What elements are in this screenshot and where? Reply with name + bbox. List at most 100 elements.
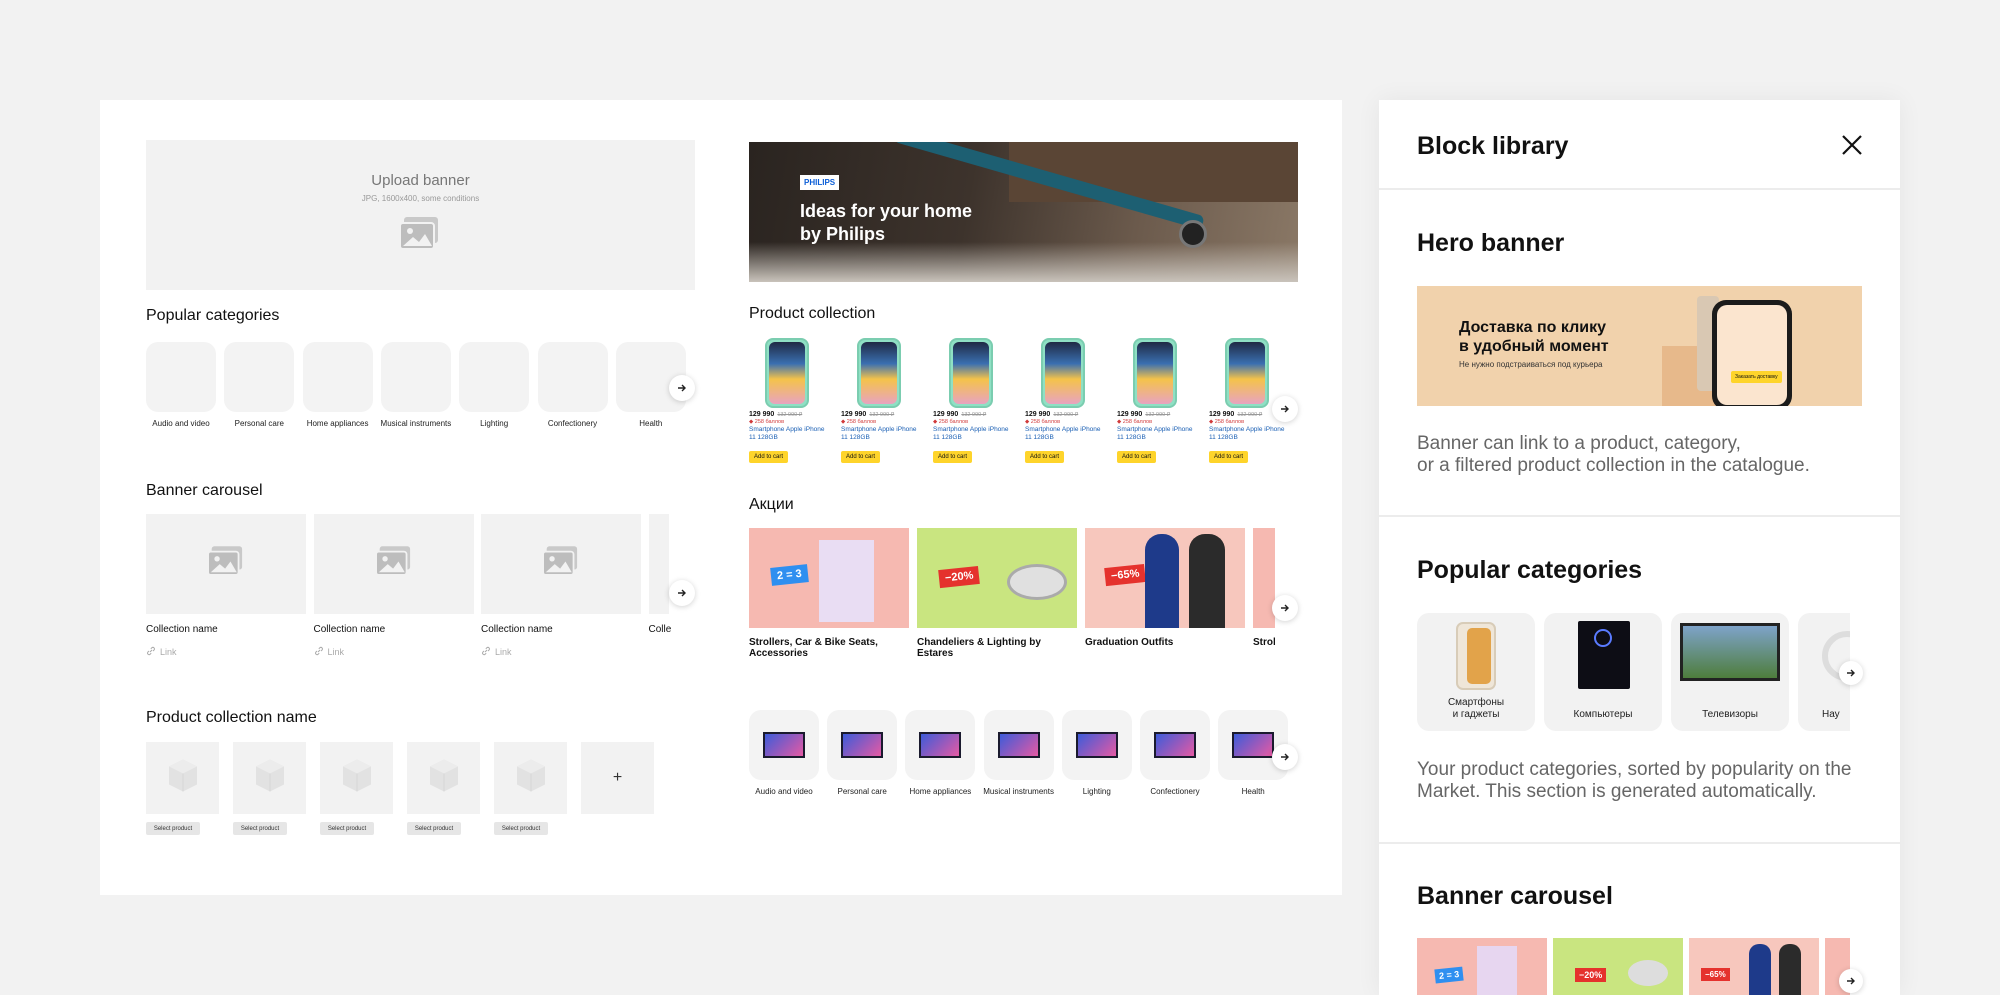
promo-banner[interactable] (1253, 528, 1275, 628)
category-tile[interactable] (224, 342, 295, 412)
product-name[interactable]: Smartphone Apple iPhone 11 128GB (841, 426, 921, 442)
add-to-cart-button[interactable]: Add to cart (1209, 451, 1249, 463)
product-slot[interactable] (233, 742, 306, 814)
preview-button: Заказать доставку (1731, 371, 1782, 383)
image-icon (374, 545, 414, 584)
product-price: 129 990 132 990 ₽ (841, 411, 921, 418)
product-slot[interactable] (320, 742, 393, 814)
promo-caption[interactable]: Graduation Outfits (1085, 637, 1245, 648)
product-card[interactable]: 129 990 132 990 ₽ ◆ 258 баллов Smartphone… (749, 336, 829, 463)
category-label: Personal care (234, 419, 284, 428)
category-tile[interactable] (1140, 710, 1210, 780)
category-tile[interactable] (1061, 710, 1132, 780)
collection-link-label: Link (495, 647, 512, 657)
product-slot[interactable] (494, 742, 567, 814)
promo-caption[interactable]: Chandeliers & Lighting by Estares (917, 637, 1077, 659)
add-to-cart-button[interactable]: Add to cart (933, 451, 973, 463)
philips-logo: PHILIPS (800, 175, 840, 190)
category-tile[interactable] (459, 342, 530, 412)
add-to-cart-button[interactable]: Add to cart (1025, 451, 1065, 463)
product-name[interactable]: Smartphone Apple iPhone 11 128GB (1025, 426, 1105, 442)
next-arrow-button[interactable] (1272, 595, 1298, 621)
next-arrow-button[interactable] (669, 375, 695, 401)
product-price: 129 990 132 990 ₽ (933, 411, 1013, 418)
collection-link[interactable]: Link (146, 646, 177, 658)
category-label: Нау (1822, 709, 1840, 720)
carousel-banner-slot[interactable] (313, 514, 474, 614)
price-value: 129 990 (841, 411, 867, 418)
box-icon (337, 756, 377, 801)
hero-banner-block[interactable]: Hero banner Доставка по клику в удобный … (1379, 190, 1900, 515)
close-button[interactable] (1840, 133, 1864, 157)
promo-caption[interactable]: Strol (1253, 637, 1275, 648)
category-tile[interactable] (749, 710, 819, 780)
product-slot[interactable] (146, 742, 219, 814)
promo-badge: −65% (1104, 563, 1147, 587)
add-product-button[interactable]: + (581, 742, 654, 814)
product-card[interactable]: 129 990 132 990 ₽ ◆ 258 баллов Smartphone… (1117, 336, 1197, 463)
price-value: 129 990 (749, 411, 775, 418)
product-card[interactable]: 129 990 132 990 ₽ ◆ 258 баллов Smartphone… (1025, 336, 1105, 463)
select-product-button[interactable]: Select product (407, 822, 461, 835)
carousel-banner-slot[interactable] (146, 514, 306, 614)
promo-badge: −20% (1575, 968, 1607, 982)
product-name-line1: Smartphone Apple iPhone (933, 426, 1009, 433)
product-name[interactable]: Smartphone Apple iPhone 11 128GB (1117, 426, 1197, 442)
bonus-value: 258 баллов (1122, 419, 1153, 425)
collection-link[interactable]: Link (481, 646, 512, 658)
bonus-value: 258 баллов (938, 419, 969, 425)
preview-sub: Не нужно подстраиваться под курьера (1459, 360, 1603, 369)
carousel-banner-slot[interactable] (648, 514, 669, 614)
next-arrow-button[interactable] (669, 580, 695, 606)
select-product-button[interactable]: Select product (146, 822, 200, 835)
product-slot[interactable] (407, 742, 480, 814)
product-name[interactable]: Smartphone Apple iPhone 11 128GB (749, 426, 829, 442)
hero-headline-2: by Philips (800, 224, 886, 244)
category-tile[interactable] (302, 342, 373, 412)
next-arrow-button[interactable] (1272, 744, 1298, 770)
phone-image (941, 336, 1001, 411)
category-label: Lighting (1082, 787, 1111, 796)
category-tile[interactable] (537, 342, 608, 412)
add-to-cart-button[interactable]: Add to cart (1117, 451, 1157, 463)
phone-image (1033, 336, 1093, 411)
category-tile[interactable] (146, 342, 216, 412)
upload-banner[interactable]: Upload banner JPG, 1600x400, some condit… (146, 140, 695, 290)
product-card[interactable]: 129 990 132 990 ₽ ◆ 258 баллов Smartphone… (841, 336, 921, 463)
product-name-line1: Smartphone Apple iPhone (1209, 426, 1285, 433)
arrow-right-icon (1847, 977, 1855, 985)
banner-carousel-block[interactable]: Banner carousel 2 = 3 −20% −65% (1379, 844, 1900, 995)
collection-link[interactable]: Link (314, 646, 344, 658)
promo-badge: 2 = 3 (1434, 966, 1464, 984)
category-tile[interactable] (983, 710, 1054, 780)
category-tile[interactable] (380, 342, 451, 412)
product-name-line2: 11 128GB (749, 434, 778, 441)
category-label: Health (1241, 787, 1265, 796)
phone-image (757, 336, 817, 411)
product-name[interactable]: Smartphone Apple iPhone 11 128GB (1209, 426, 1289, 442)
add-to-cart-button[interactable]: Add to cart (749, 451, 789, 463)
promo-caption[interactable]: Strollers, Car & Bike Seats, Accessories (749, 637, 909, 659)
hero-banner[interactable]: PHILIPS Ideas for your home by Philips (749, 142, 1298, 282)
promo-banner[interactable]: −20% (917, 528, 1077, 628)
carousel-banner-slot[interactable] (481, 514, 641, 614)
select-product-button[interactable]: Select product (233, 822, 287, 835)
select-product-button[interactable]: Select product (494, 822, 548, 835)
block-library-panel: Block library Hero banner Доставка по кл… (1379, 100, 1900, 995)
product-name[interactable]: Smartphone Apple iPhone 11 128GB (933, 426, 1013, 442)
next-arrow-button[interactable] (1839, 969, 1863, 993)
promo-banner[interactable]: 2 = 3 (749, 528, 909, 628)
category-tile[interactable] (905, 710, 976, 780)
category-tile[interactable] (827, 710, 898, 780)
box-icon (163, 756, 203, 801)
select-product-button[interactable]: Select product (320, 822, 374, 835)
popular-categories-block[interactable]: Popular categories Смартфоны и гаджеты Ко… (1379, 517, 1900, 842)
add-to-cart-button[interactable]: Add to cart (841, 451, 881, 463)
next-arrow-button[interactable] (1272, 396, 1298, 422)
product-card[interactable]: 129 990 132 990 ₽ ◆ 258 баллов Smartphone… (933, 336, 1013, 463)
bonus-points: ◆ 258 баллов (1117, 419, 1153, 425)
next-arrow-button[interactable] (1839, 661, 1863, 685)
promo-banner[interactable]: −65% (1085, 528, 1245, 628)
category-label: Personal care (837, 787, 887, 796)
product-name-line2: 11 128GB (1209, 434, 1238, 441)
